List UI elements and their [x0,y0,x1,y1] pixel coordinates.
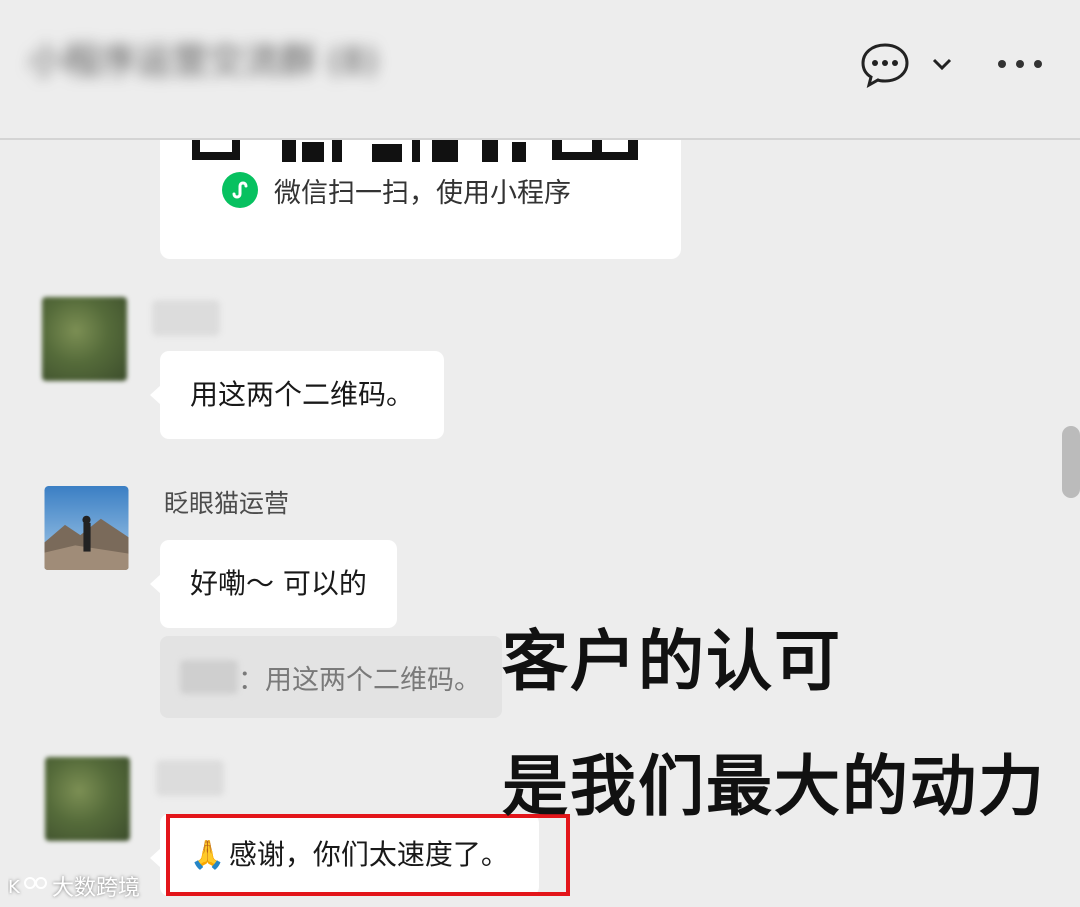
chat-header: 小程序运营交流群 (8) [0,0,1080,140]
scrollbar-thumb[interactable] [1062,426,1080,498]
overlay-caption-line1: 客户的认可 [502,623,842,700]
message-bubble[interactable]: 好嘞～ 可以的 [150,540,397,628]
chat-bubble-icon[interactable] [860,42,910,88]
overlay-caption-line2: 是我们最大的动力 [502,748,1046,825]
more-dots-icon[interactable] [996,56,1044,72]
chat-title[interactable]: 小程序运营交流群 (8) [28,32,428,92]
message-bubble[interactable]: 用这两个二维码。 [149,351,445,439]
mini-program-caption: 微信扫一扫，使用小程序 [222,170,571,210]
mini-program-caption-text: 微信扫一扫，使用小程序 [274,177,571,209]
qr-code-image [192,138,638,162]
quoted-message[interactable]: ：用这两个二维码。 [160,636,502,718]
quoted-text: ：用这两个二维码。 [238,664,481,696]
watermark-text: 大数跨境 [52,876,141,901]
svg-text:K: K [8,877,21,898]
sender-name [156,760,224,796]
mini-program-icon [222,172,258,208]
avatar[interactable] [45,757,130,841]
watermark: K 大数跨境 [8,870,140,902]
chevron-down-icon[interactable] [930,54,954,74]
avatar[interactable] [44,486,129,570]
sender-name [152,300,220,336]
sender-name: 眨眼猫运营 [164,489,290,518]
avatar[interactable] [42,297,127,381]
quoted-sender-name [180,660,238,694]
watermark-logo-icon: K [8,877,47,898]
